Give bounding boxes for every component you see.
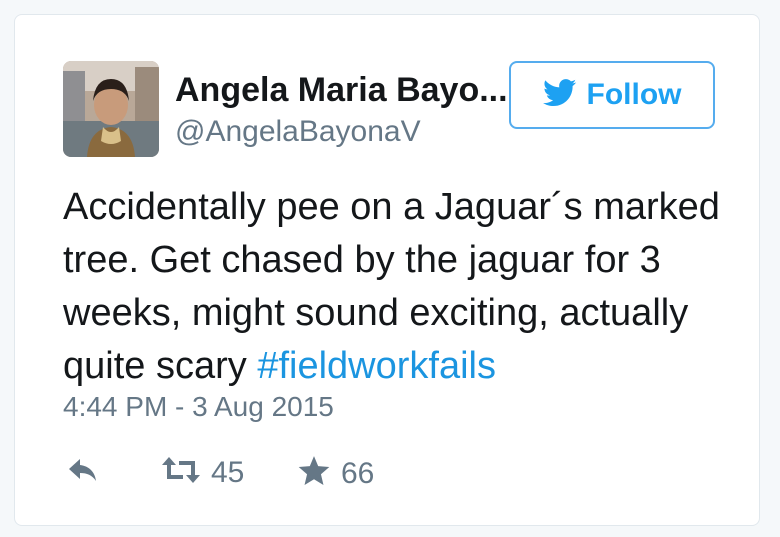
tweet-line: tree. Get chased by the jaguar for 3 [63,239,661,281]
retweet-button[interactable]: 45 [161,455,244,490]
star-icon [297,455,331,492]
like-count: 66 [341,456,375,490]
page: Angela Maria Bayo... @AngelaBayonaV Foll… [0,0,780,537]
tweet-card: Angela Maria Bayo... @AngelaBayonaV Foll… [14,14,760,526]
retweet-icon [161,455,201,490]
avatar[interactable] [63,61,159,157]
follow-button[interactable]: Follow [509,61,715,129]
tweet-line-text: quite scary [63,345,258,387]
like-button[interactable]: 66 [297,455,374,492]
tweet-line: Accidentally pee on a Jaguar´s marked [63,186,720,228]
reply-button[interactable] [67,455,99,490]
reply-icon [67,455,99,490]
tweet-text: Accidentally pee on a Jaguar´s marked tr… [63,181,743,393]
tweet-line: weeks, might sound exciting, actually [63,292,689,334]
author-name[interactable]: Angela Maria Bayo... [175,71,508,110]
timestamp[interactable]: 4:44 PM - 3 Aug 2015 [63,391,334,423]
hashtag-link[interactable]: #fieldworkfails [257,345,496,387]
avatar-photo [63,61,159,157]
twitter-bird-icon [542,78,577,112]
author-handle[interactable]: @AngelaBayonaV [175,115,421,149]
tweet-line: quite scary #fieldworkfails [63,340,743,393]
follow-label: Follow [586,78,682,111]
retweet-count: 45 [211,455,245,489]
